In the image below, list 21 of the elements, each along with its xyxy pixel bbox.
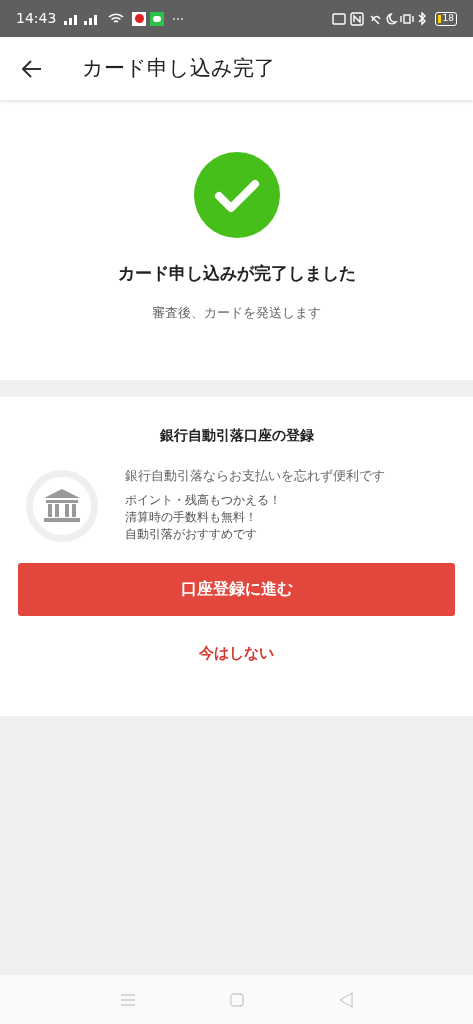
skip-button[interactable]: 今はしない: [191, 637, 282, 668]
chat-app-icon: [150, 11, 165, 26]
register-account-button[interactable]: 口座登録に進む: [18, 562, 455, 616]
success-message: 審査後、カードを発送します: [152, 303, 321, 322]
success-check-icon: [193, 152, 280, 238]
more-icon: [172, 16, 185, 21]
section-title: 銀行自動引落口座の登録: [159, 426, 314, 445]
benefit-text: 自動引落がおすすめです: [125, 525, 258, 543]
back-icon[interactable]: [338, 991, 353, 1008]
bank-icon: [44, 489, 80, 523]
benefit-text: 清算時の手数料も無料！: [125, 508, 258, 526]
back-arrow-icon: [22, 59, 42, 78]
status-time: 14:43: [16, 9, 57, 28]
wifi-icon: [108, 12, 125, 25]
battery-indicator: 18: [434, 11, 457, 26]
menu-icon[interactable]: [120, 993, 135, 1006]
home-icon[interactable]: [229, 992, 244, 1007]
benefit-text: ポイント・残高もつかえる！: [125, 491, 282, 509]
success-title: カード申し込みが完了しました: [117, 262, 356, 285]
page-title: カード申し込み完了: [82, 54, 275, 82]
bank-lead-text: 銀行自動引落ならお支払いを忘れず便利です: [125, 467, 385, 485]
